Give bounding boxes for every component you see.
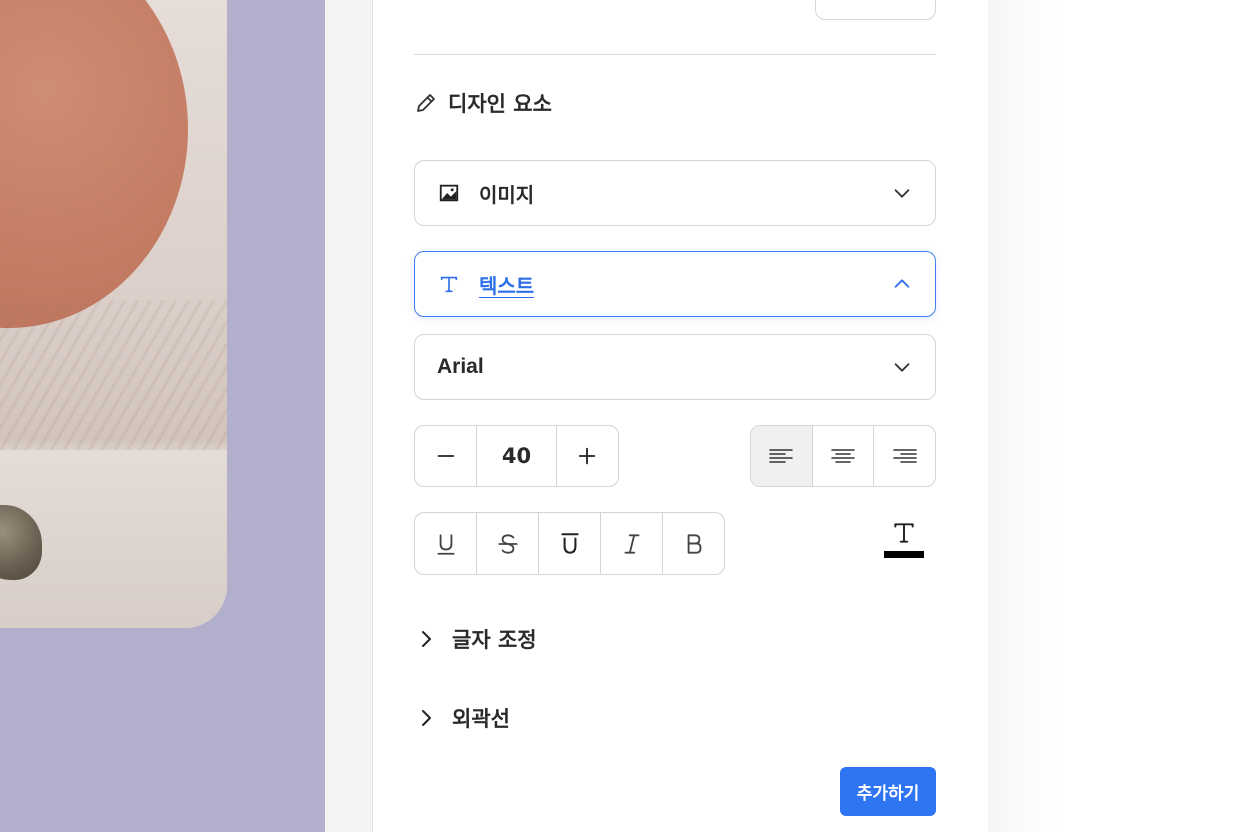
- photo-leaf-shadow: [0, 300, 227, 460]
- image-dropdown[interactable]: 이미지: [414, 160, 936, 226]
- text-style-group: [414, 512, 725, 575]
- right-empty-area: [988, 0, 1250, 832]
- font-family-select[interactable]: Arial: [414, 334, 936, 400]
- image-icon: [437, 181, 461, 205]
- text-dropdown[interactable]: 텍스트: [414, 251, 936, 317]
- pencil-icon: [417, 94, 435, 112]
- design-elements-title: 디자인 요소: [414, 88, 552, 118]
- photo-sun-shape: [0, 0, 188, 328]
- chevron-up-icon: [894, 279, 910, 288]
- underline-button[interactable]: [415, 513, 476, 574]
- letter-adjust-toggle[interactable]: 글자 조정: [414, 621, 537, 657]
- minus-icon: [437, 455, 454, 457]
- text-color-button[interactable]: [880, 520, 928, 570]
- image-dropdown-label: 이미지: [479, 182, 535, 207]
- italic-icon: [624, 533, 639, 554]
- chevron-down-icon: [894, 189, 910, 198]
- align-center-icon: [831, 449, 855, 463]
- strikethrough-icon: [497, 533, 518, 554]
- add-button[interactable]: 추가하기: [840, 767, 936, 816]
- plus-icon: [579, 447, 596, 465]
- chevron-right-icon: [422, 710, 431, 726]
- text-color-swatch: [884, 551, 924, 558]
- align-right-icon: [892, 449, 917, 463]
- font-size-increment-button[interactable]: [557, 426, 618, 486]
- chevron-down-icon: [894, 363, 910, 372]
- align-center-button[interactable]: [811, 426, 874, 486]
- chevron-right-icon: [422, 631, 431, 647]
- bold-icon: [687, 533, 701, 554]
- text-dropdown-label: 텍스트: [479, 273, 535, 298]
- font-size-decrement-button[interactable]: [415, 426, 476, 486]
- font-size-input[interactable]: 40: [476, 426, 557, 486]
- text-t-icon: [437, 272, 461, 296]
- italic-button[interactable]: [600, 513, 662, 574]
- panel-gutter: [325, 0, 373, 832]
- top-partial-control[interactable]: [815, 0, 936, 20]
- align-right-button[interactable]: [873, 426, 935, 486]
- overline-button[interactable]: [538, 513, 600, 574]
- underline-icon: [436, 533, 455, 555]
- strikethrough-button[interactable]: [476, 513, 538, 574]
- canvas-photo[interactable]: [0, 0, 227, 628]
- outline-label: 외곽선: [452, 707, 510, 731]
- section-title-text: 디자인 요소: [448, 92, 552, 116]
- letter-adjust-label: 글자 조정: [452, 628, 537, 652]
- section-divider: [414, 54, 936, 55]
- text-align-group: [750, 425, 936, 487]
- align-left-button[interactable]: [751, 426, 812, 486]
- font-family-value: Arial: [437, 355, 484, 378]
- align-left-icon: [769, 449, 794, 463]
- overline-icon: [560, 532, 579, 554]
- outline-toggle[interactable]: 외곽선: [414, 700, 510, 736]
- bold-button[interactable]: [662, 513, 724, 574]
- text-color-icon: [894, 523, 914, 543]
- font-size-stepper: 40: [414, 425, 619, 487]
